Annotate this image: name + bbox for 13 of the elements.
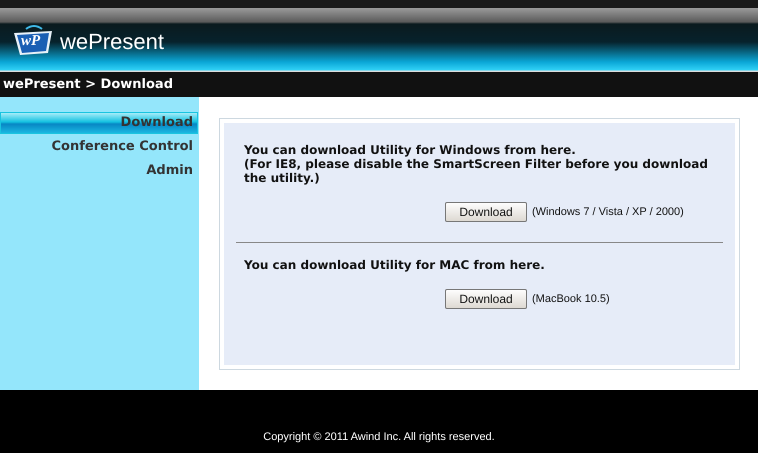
sidebar-item[interactable]: Admin [0, 159, 199, 182]
copyright-text: Copyright © 2011 Awind Inc. All rights reserved. [263, 430, 495, 444]
instruction-text: You can download Utility for Windows from here. [244, 143, 577, 157]
brand-name: wePresent [60, 28, 164, 56]
instruction-text: You can download Utility for MAC from here. [244, 258, 546, 272]
platform-note: (Windows 7 / Vista / XP / 2000) [532, 204, 684, 220]
sidebar-item[interactable]: Download [0, 112, 198, 134]
sidebar-item[interactable]: Conference Control [0, 135, 199, 158]
download-button[interactable]: Download [445, 202, 527, 222]
download-button[interactable]: Download [445, 289, 527, 309]
breadcrumb: wePresent > Download [3, 76, 174, 94]
platform-note: (MacBook 10.5) [532, 292, 610, 307]
instruction-text: (For IE8, please disable the SmartScreen Filter before you download the utility.) [244, 157, 709, 185]
